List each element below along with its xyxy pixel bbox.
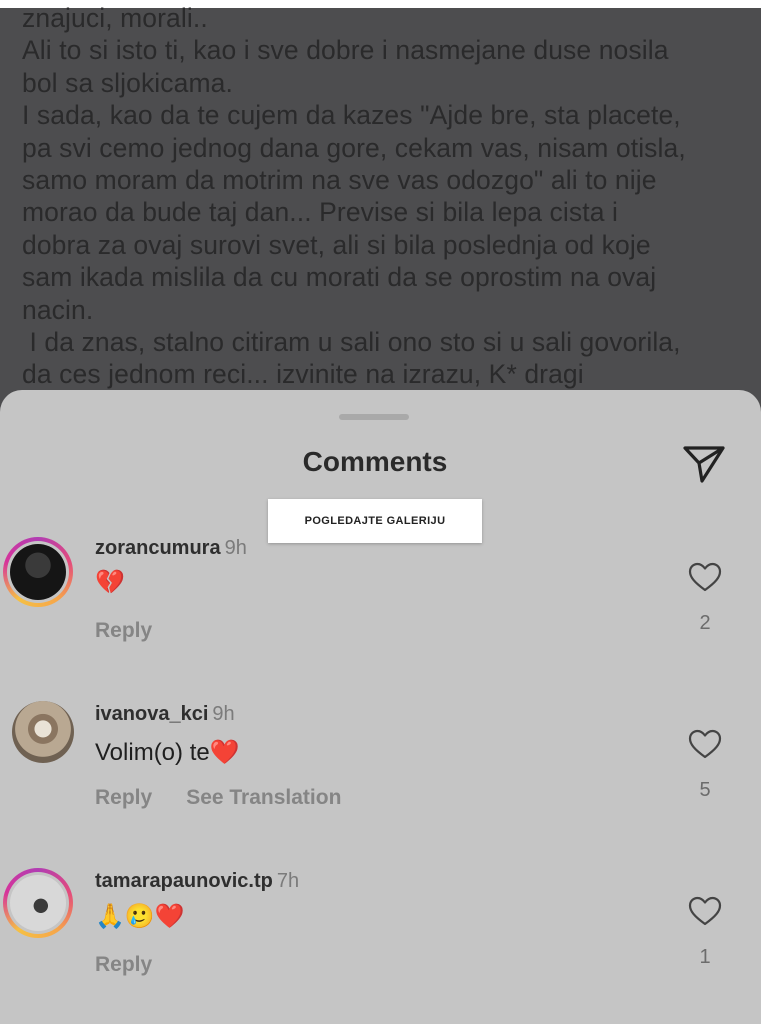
comment-actions: Reply See Translation [95, 786, 375, 810]
avatar-photo [10, 875, 66, 931]
caption-line: znajuci, morali.. [22, 3, 208, 33]
see-translation-button[interactable]: See Translation [186, 786, 341, 809]
post-caption: znajuci, morali.. Ali to si isto ti, kao… [22, 2, 742, 391]
avatar[interactable] [12, 701, 74, 763]
like-count: 2 [699, 612, 711, 634]
like-count: 5 [699, 779, 711, 801]
gallery-link-badge[interactable]: POGLEDAJTE GALERIJU [268, 499, 482, 543]
username-text: tamarapaunovic.tp [95, 870, 273, 892]
heart-icon[interactable] [688, 562, 722, 592]
caption-line: bol sa sljokicama. [22, 67, 233, 98]
caption-line: Ali to si isto ti, kao i sve dobre i nas… [22, 35, 669, 66]
caption-line: sam ikada mislila da cu morati da se opr… [22, 262, 657, 293]
paper-plane-icon[interactable] [682, 444, 726, 484]
caption-line: I sada, kao da te cujem da kazes "Ajde b… [22, 100, 681, 131]
username-text: zorancumura [95, 537, 221, 559]
reply-button[interactable]: Reply [95, 953, 152, 976]
reply-button[interactable]: Reply [95, 619, 152, 642]
caption-line: nacin. [22, 294, 94, 325]
comment-time: 7h [276, 870, 300, 892]
sheet-drag-handle[interactable] [339, 414, 409, 420]
avatar[interactable] [3, 868, 73, 938]
caption-line: I da znas, stalno citiram u sali ono sto… [22, 327, 681, 358]
comment-time: 9h [212, 703, 235, 725]
comment-text: 💔 [95, 569, 125, 596]
comment-time: 9h [224, 537, 247, 559]
comment-text: Volim(o) te❤️ [95, 739, 240, 766]
comment-actions: Reply [95, 953, 186, 977]
caption-line: samo moram da motrim na sve vas odozgo" … [22, 165, 657, 196]
caption-line: pa svi cemo jednog dana gore, cekam vas,… [22, 132, 686, 163]
username-text: ivanova_kci [95, 703, 209, 725]
caption-line: dobra za ovaj surovi svet, ali si bila p… [22, 229, 651, 260]
caption-line: da ces jednom reci... izvinite na izrazu… [22, 359, 584, 390]
comment-actions: Reply [95, 619, 186, 643]
screen: znajuci, morali.. Ali to si isto ti, kao… [0, 0, 761, 1024]
reply-button[interactable]: Reply [95, 786, 152, 809]
heart-icon[interactable] [688, 729, 722, 759]
sheet-title: Comments [302, 446, 448, 477]
avatar-photo [12, 701, 74, 763]
avatar[interactable] [3, 537, 73, 607]
comment-username[interactable]: zorancumura 9h [95, 537, 247, 560]
comment-username[interactable]: tamarapaunovic.tp 7h [95, 870, 299, 893]
caption-line: morao da bude taj dan... Previse si bila… [22, 197, 618, 228]
heart-icon[interactable] [688, 896, 722, 926]
comment-text: 🙏🥲❤️ [95, 903, 185, 930]
like-count: 1 [699, 946, 711, 968]
comment-username[interactable]: ivanova_kci 9h [95, 703, 235, 726]
avatar-photo [10, 544, 66, 600]
